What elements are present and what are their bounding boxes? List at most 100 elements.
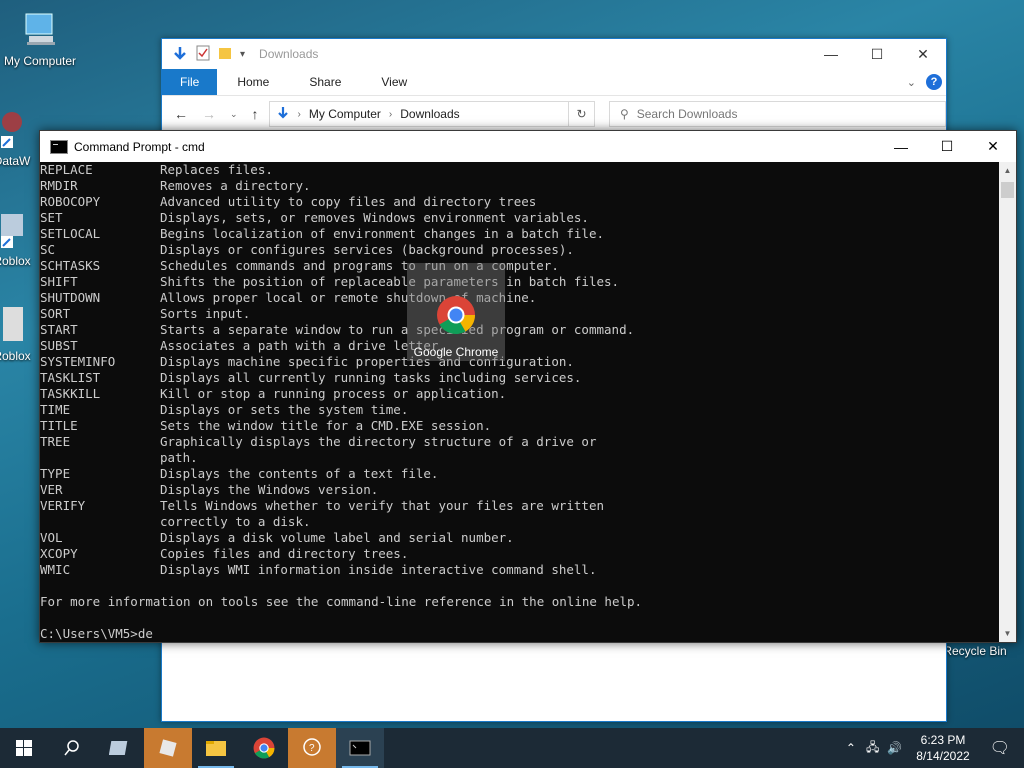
tab-file[interactable]: File (162, 69, 218, 95)
desktop-icon-roblox-1[interactable]: Roblox (0, 210, 42, 268)
command-name: REPLACE (40, 162, 93, 177)
command-description: Displays machine specific properties and… (160, 354, 574, 369)
search-input[interactable]: ⚲ Search Downloads (608, 101, 946, 127)
breadcrumb-my-computer[interactable]: My Computer (309, 107, 381, 121)
console-command-row: SUBST Associates a path with a drive lett… (40, 338, 998, 354)
command-description: Copies files and directory trees. (160, 546, 409, 561)
command-description: Displays or configures services (backgro… (160, 242, 574, 257)
command-name: SHIFT (40, 274, 78, 289)
scroll-up-arrow-icon[interactable]: ▲ (999, 162, 1016, 179)
command-description: Shifts the position of replaceable param… (160, 274, 620, 289)
computer-icon (20, 10, 60, 50)
tab-home[interactable]: Home (217, 69, 289, 95)
properties-icon[interactable] (196, 45, 210, 64)
start-button[interactable] (0, 728, 48, 768)
taskbar-roblox[interactable] (144, 728, 192, 768)
chrome-icon (436, 295, 476, 340)
volume-icon[interactable]: 🔊 (883, 741, 906, 755)
svg-text:?: ? (309, 743, 315, 754)
command-name: START (40, 322, 78, 337)
desktop-icon-label: Roblox (0, 349, 31, 363)
recent-locations-icon[interactable]: ⌄ (230, 109, 238, 120)
cmd-icon (50, 139, 68, 154)
command-name (40, 450, 160, 466)
command-description: Tells Windows whether to verify that you… (160, 498, 605, 513)
console-command-row: REPLACE Replaces files. (40, 162, 998, 178)
command-description: Starts a separate window to run a specif… (160, 322, 635, 337)
command-description: Displays a disk volume label and serial … (160, 530, 514, 545)
cmd-title-bar[interactable]: Command Prompt - cmd — ☐ ✕ (40, 131, 1016, 162)
desktop-icon-my-computer[interactable]: My Computer (0, 10, 80, 68)
console-command-row: SYSTEMINFO Displays machine specific prop… (40, 354, 998, 370)
forward-arrow-icon[interactable]: → (202, 106, 216, 122)
taskbar-app-1[interactable] (96, 728, 144, 768)
explorer-title-bar[interactable]: ▾ Downloads — ☐ ✕ (162, 39, 946, 69)
command-name: WMIC (40, 562, 71, 577)
cmd-scrollbar[interactable]: ▲ ▼ (999, 162, 1016, 642)
command-name: TASKKILL (40, 386, 101, 401)
console-command-row: ROBOCOPY Advanced utility to copy files a… (40, 194, 998, 210)
roblox-icon (159, 739, 177, 757)
taskbar-chrome[interactable] (240, 728, 288, 768)
desktop-icon-label: Recycle Bin (943, 644, 1007, 658)
command-prompt-window[interactable]: Command Prompt - cmd — ☐ ✕ REPLACE Replac… (39, 130, 1017, 643)
command-name (40, 514, 160, 530)
tab-share[interactable]: Share (289, 69, 361, 95)
command-name: RMDIR (40, 178, 78, 193)
command-name: TYPE (40, 466, 71, 481)
command-description: Kill or stop a running process or applic… (160, 386, 507, 401)
scroll-down-arrow-icon[interactable]: ▼ (999, 625, 1016, 642)
network-icon[interactable]: 🖧 (862, 738, 883, 759)
down-arrow-icon (172, 45, 188, 64)
close-button[interactable]: ✕ (970, 131, 1016, 162)
help-icon[interactable]: ? (926, 74, 942, 90)
taskbar-file-explorer[interactable] (192, 728, 240, 768)
close-button[interactable]: ✕ (900, 39, 946, 69)
address-bar[interactable]: › My Computer › Downloads (268, 101, 570, 127)
up-arrow-icon[interactable]: ↑ (252, 106, 259, 122)
command-description: correctly to a disk. (160, 514, 311, 529)
clock-date: 8/14/2022 (916, 749, 970, 763)
clock[interactable]: 6:23 PM 8/14/2022 (906, 732, 979, 764)
minimize-button[interactable]: — (878, 131, 924, 162)
refresh-icon[interactable]: ↻ (569, 101, 595, 127)
command-description: Advanced utility to copy files and direc… (160, 194, 537, 209)
scrollbar-thumb[interactable] (1001, 182, 1014, 198)
expand-ribbon-icon[interactable]: ⌄ (907, 76, 916, 89)
help-chat-icon: ? (303, 738, 321, 756)
minimize-button[interactable]: — (808, 39, 854, 69)
maximize-button[interactable]: ☐ (924, 131, 970, 162)
chrome-icon (253, 737, 275, 759)
console-command-row: TIME Displays or sets the system time. (40, 402, 998, 418)
command-name: VOL (40, 530, 63, 545)
new-folder-icon[interactable] (218, 46, 232, 63)
search-button[interactable] (48, 728, 96, 768)
console-command-row: TREE Graphically displays the directory s… (40, 434, 998, 450)
explorer-title: Downloads (259, 47, 319, 61)
console-command-row: SORT Sorts input. (40, 306, 998, 322)
show-hidden-icons-icon[interactable]: ⌃ (840, 741, 862, 755)
console-prompt[interactable]: C:\Users\VM5>de (40, 626, 998, 642)
desktop-icon-roblox-2[interactable]: Roblox (0, 305, 42, 363)
customize-quick-access-icon[interactable]: ▾ (240, 49, 245, 60)
console-command-row: SCHTASKS Schedules commands and programs … (40, 258, 998, 274)
cmd-console[interactable]: REPLACE Replaces files. RMDIR Removes a dir… (40, 162, 998, 642)
breadcrumb-downloads[interactable]: Downloads (400, 107, 459, 121)
chrome-drag-tile[interactable]: Google Chrome (407, 263, 505, 361)
command-name: SHUTDOWN (40, 290, 101, 305)
command-name: SCHTASKS (40, 258, 101, 273)
notifications-icon[interactable]: 🗨 (980, 738, 1024, 758)
taskbar-help-app[interactable]: ? (288, 728, 336, 768)
back-arrow-icon[interactable]: ← (174, 106, 188, 122)
console-command-row: VOL Displays a disk volume label and seri… (40, 530, 998, 546)
console-command-row: SET Displays, sets, or removes Windows en… (40, 210, 998, 226)
taskbar-command-prompt[interactable] (336, 728, 384, 768)
maximize-button[interactable]: ☐ (854, 39, 900, 69)
desktop-icon-dataw[interactable]: DataW (0, 110, 42, 168)
roblox-icon (0, 210, 27, 250)
app-icon (109, 741, 128, 755)
command-name: TITLE (40, 418, 78, 433)
command-description: path. (160, 450, 198, 465)
tab-view[interactable]: View (361, 69, 427, 95)
